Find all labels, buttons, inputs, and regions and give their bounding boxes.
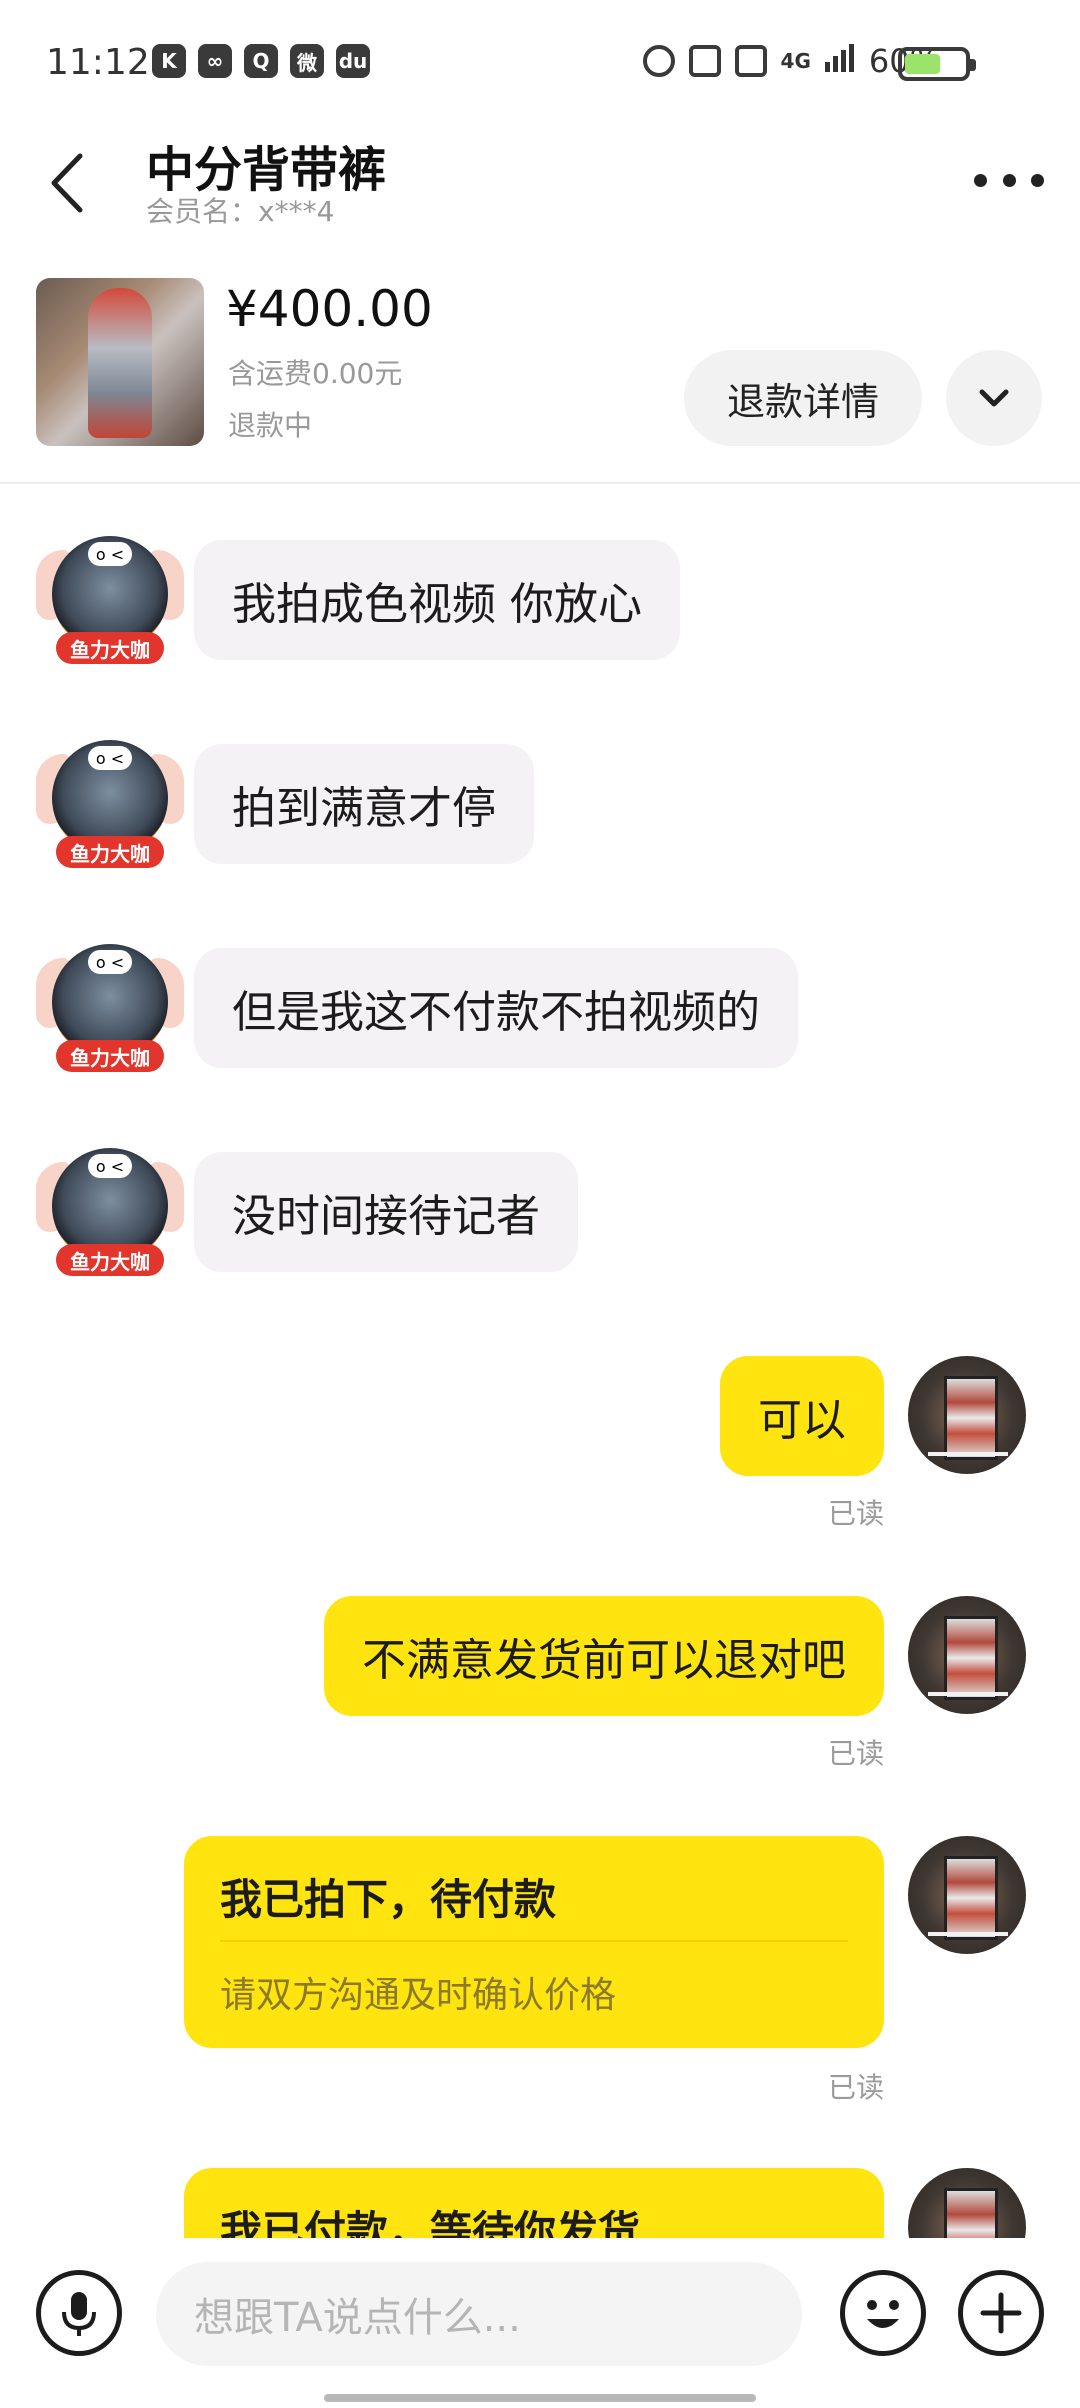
battery-icon: [898, 47, 976, 81]
signal-icon: [824, 42, 855, 80]
message-bubble-incoming[interactable]: 没时间接待记者: [194, 1152, 578, 1272]
read-receipt: 已读: [827, 1737, 884, 1770]
user-avatar[interactable]: [908, 1836, 1026, 1954]
read-receipt: 已读: [827, 1497, 884, 1530]
emoji-button[interactable]: [840, 2270, 926, 2356]
weibo-app-icon: 微: [290, 44, 324, 78]
order-status: 退款中: [228, 409, 313, 442]
more-options-button[interactable]: [974, 160, 1044, 200]
user-avatar[interactable]: [908, 1596, 1026, 1714]
card-title: 我已拍下，待付款: [220, 1875, 557, 1924]
more-dot-icon: [974, 173, 987, 187]
chat-header: 中分背带裤 会员名：x***4: [0, 130, 1080, 240]
status-time: 11:12: [46, 42, 150, 83]
message-bubble-outgoing[interactable]: 不满意发货前可以退对吧: [324, 1596, 884, 1716]
user-avatar[interactable]: [908, 1356, 1026, 1474]
refund-details-button[interactable]: 退款详情: [684, 350, 922, 446]
read-receipt: 已读: [827, 2071, 884, 2104]
product-price: ¥400.00: [226, 280, 433, 338]
order-status-card[interactable]: 我已拍下，待付款 请双方沟通及时确认价格: [184, 1836, 884, 2048]
card-subtitle: 请双方沟通及时确认价格: [220, 1975, 617, 2016]
network-type: 4G: [780, 49, 811, 73]
seller-avatar[interactable]: o < 鱼力大咖: [36, 936, 184, 1076]
seller-avatar[interactable]: o < 鱼力大咖: [36, 528, 184, 668]
more-dot-icon: [1031, 173, 1044, 187]
alarm-icon: [642, 45, 675, 77]
seller-avatar[interactable]: o < 鱼力大咖: [36, 732, 184, 872]
message-input[interactable]: 想跟TA说点什么...: [156, 2262, 802, 2366]
link-app-icon: ∞: [198, 44, 232, 78]
du-app-icon: du: [336, 44, 370, 78]
message-bubble-incoming[interactable]: 我拍成色视频 你放心: [194, 540, 680, 660]
chevron-left-icon: [51, 153, 83, 213]
status-bar: 11:12 K ∞ Q 微 du 4G 60%: [0, 0, 1080, 130]
qq-app-icon: Q: [244, 44, 278, 78]
kuaishou-app-icon: K: [152, 44, 186, 78]
message-bubble-outgoing[interactable]: 可以: [720, 1356, 884, 1476]
chevron-down-icon: [979, 389, 1009, 407]
message-bubble-incoming[interactable]: 拍到满意才停: [194, 744, 534, 864]
product-card[interactable]: ¥400.00 含运费0.00元 退款中 退款详情: [0, 270, 1080, 484]
notification-icons: K ∞ Q 微 du: [152, 44, 370, 78]
seller-avatar[interactable]: o < 鱼力大咖: [36, 1140, 184, 1280]
emoji-icon: [867, 2300, 899, 2328]
vibrate-icon: [688, 45, 721, 77]
message-bubble-incoming[interactable]: 但是我这不付款不拍视频的: [194, 948, 798, 1068]
plus-icon: [980, 2292, 1022, 2334]
input-bar: 想跟TA说点什么...: [0, 2238, 1080, 2408]
voice-button[interactable]: [36, 2270, 122, 2356]
hd-icon: [734, 45, 767, 77]
microphone-icon: [62, 2292, 96, 2336]
more-dot-icon: [1002, 173, 1016, 187]
card-divider: [220, 1940, 848, 1942]
back-button[interactable]: [48, 148, 108, 218]
more-actions-button[interactable]: [958, 2270, 1044, 2356]
home-indicator[interactable]: [324, 2394, 756, 2402]
system-status: 4G 60%: [642, 42, 940, 80]
expand-button[interactable]: [946, 350, 1042, 446]
product-thumbnail[interactable]: [36, 278, 204, 446]
member-name: 会员名：x***4: [146, 195, 335, 228]
shipping-fee: 含运费0.00元: [228, 357, 403, 390]
